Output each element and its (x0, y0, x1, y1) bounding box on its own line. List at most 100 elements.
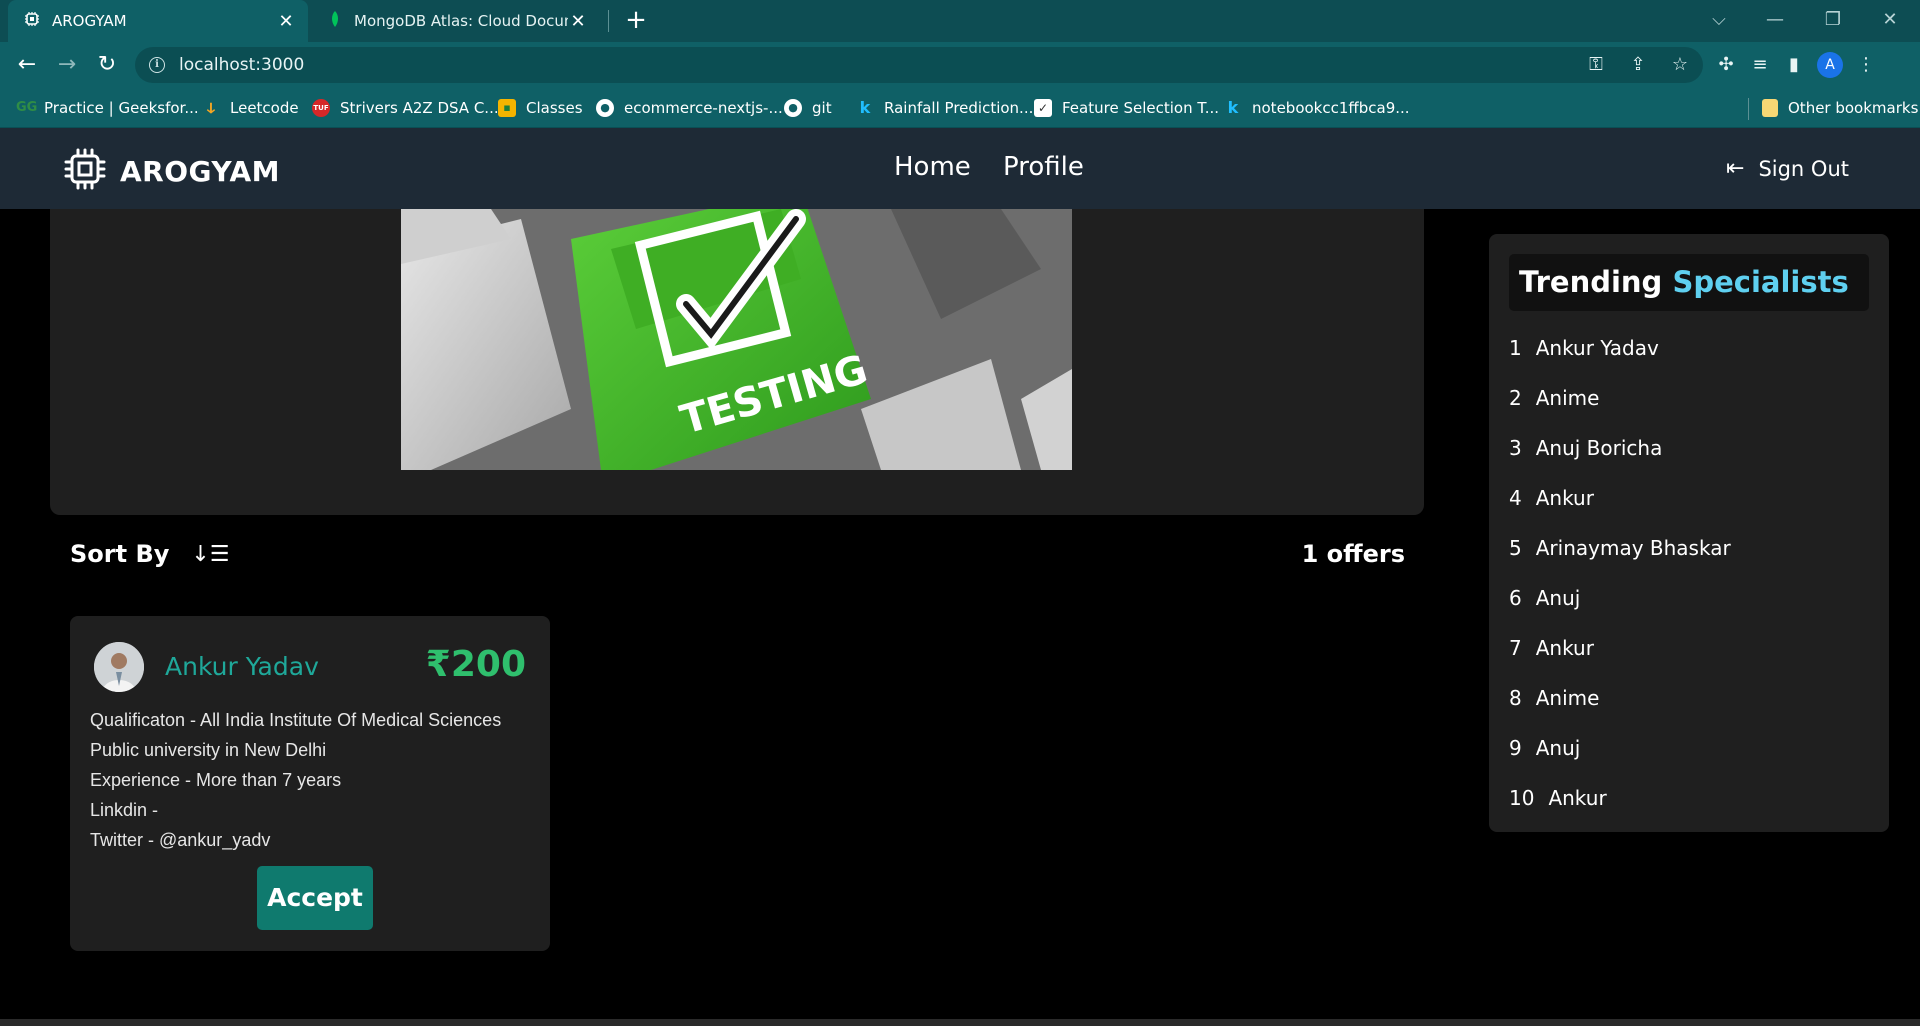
trending-name: Anuj (1535, 586, 1581, 610)
trending-item[interactable]: 3 Anuj Boricha (1509, 436, 1662, 460)
trending-name: Anuj Boricha (1535, 436, 1663, 460)
nav-profile-link[interactable]: Profile (1003, 152, 1084, 182)
trending-rank: 7 (1509, 636, 1522, 660)
qualification-text: Qualificaton - All India Institute Of Me… (90, 710, 502, 730)
trending-name: Ankur (1548, 786, 1607, 810)
trending-rank: 1 (1509, 336, 1522, 360)
sort-descending-icon[interactable]: ↓☰ (191, 542, 229, 567)
linkedin-text: Linkdin - (90, 800, 159, 820)
restore-icon[interactable]: ❐ (1813, 6, 1853, 34)
accept-button[interactable]: Accept (257, 866, 373, 930)
github-icon: ● (784, 99, 802, 117)
bookmark-label: Feature Selection T... (1062, 99, 1220, 117)
classroom-icon: ▪ (498, 99, 516, 117)
trending-name: Anime (1535, 686, 1600, 710)
back-arrow-icon[interactable]: ← (12, 50, 42, 80)
browser-tab-strip: AROGYAM ✕ MongoDB Atlas: Cloud Documen ✕… (0, 0, 1920, 42)
trending-rank: 5 (1509, 536, 1522, 560)
trending-item[interactable]: 2 Anime (1509, 386, 1599, 410)
reload-icon[interactable]: ↻ (92, 50, 122, 80)
bookmark-item[interactable]: ↆ Leetcode (202, 88, 299, 128)
trending-name: Ankur (1535, 636, 1594, 660)
trending-rank: 2 (1509, 386, 1522, 410)
testing-key-image: TESTING (401, 209, 1072, 470)
trending-specialists-panel: Trending Specialists 1 Ankur Yadav 2 Anime… (1489, 234, 1889, 832)
site-info-icon[interactable]: i (149, 57, 165, 73)
trending-item[interactable]: 5 Arinaymay Bhaskar (1509, 536, 1731, 560)
close-icon[interactable]: ✕ (568, 11, 588, 32)
trending-rank: 9 (1509, 736, 1522, 760)
sign-out-label: Sign Out (1758, 156, 1849, 181)
trending-item[interactable]: 7 Ankur (1509, 636, 1594, 660)
chip-favicon-icon (24, 11, 40, 31)
bookmark-divider (1748, 98, 1749, 120)
trending-item[interactable]: 9 Anuj (1509, 736, 1580, 760)
bookmark-label: Other bookmarks (1788, 99, 1919, 117)
bookmark-label: git (812, 99, 832, 117)
extensions-puzzle-icon[interactable]: ✣ (1715, 52, 1737, 78)
close-icon[interactable]: ✕ (276, 11, 296, 32)
tab-search-chevron-icon[interactable]: ⌵ (1699, 6, 1739, 34)
sign-out-button[interactable]: ⇤ Sign Out (1726, 156, 1849, 181)
sort-by-label: Sort By (70, 540, 170, 568)
bookmark-label: Strivers A2Z DSA C... (340, 99, 499, 117)
minimize-icon[interactable]: — (1755, 6, 1795, 34)
bookmark-item[interactable]: ● ecommerce-nextjs-... (596, 88, 783, 128)
tab-divider (608, 10, 609, 32)
qualification-text-cont: Public university in New Delhi (90, 740, 327, 760)
bookmark-label: Practice | Geeksfor... (44, 99, 199, 117)
trending-item[interactable]: 6 Anuj (1509, 586, 1580, 610)
offers-count: 1 offers (1301, 540, 1405, 568)
twitter-text: Twitter - @ankur_yadv (90, 830, 271, 850)
profile-avatar[interactable]: A (1817, 52, 1843, 78)
browser-toolbar: ← → ↻ i localhost:3000 ⚿ ⇪ ☆ ✣ ≡ ▮ A ⋮ (0, 42, 1920, 88)
leaf-favicon-icon (328, 11, 342, 31)
star-icon[interactable]: ☆ (1669, 52, 1691, 78)
media-queue-icon[interactable]: ≡ (1749, 52, 1771, 78)
trending-rank: 10 (1509, 786, 1535, 810)
share-icon[interactable]: ⇪ (1627, 52, 1649, 78)
bookmark-item[interactable]: TUF Strivers A2Z DSA C... (312, 88, 499, 128)
bookmarks-bar: GG Practice | Geeksfor... ↆ Leetcode TUF… (0, 88, 1920, 128)
github-icon: ● (596, 99, 614, 117)
folder-icon (1762, 99, 1778, 117)
tab-mongodb[interactable]: MongoDB Atlas: Cloud Documen ✕ (314, 0, 600, 42)
kaggle-icon: k (859, 98, 871, 117)
bookmark-label: Leetcode (230, 99, 299, 117)
bookmark-item[interactable]: ✓ Feature Selection T... (1034, 88, 1219, 128)
trending-title: Trending Specialists (1509, 254, 1869, 311)
trending-item[interactable]: 4 Ankur (1509, 486, 1594, 510)
side-panel-icon[interactable]: ▮ (1783, 52, 1805, 78)
brand-logo[interactable]: AROGYAM (64, 148, 280, 194)
doctor-name[interactable]: Ankur Yadav (165, 652, 319, 681)
url-text: localhost:3000 (179, 55, 305, 75)
window-close-icon[interactable]: ✕ (1870, 6, 1910, 34)
bookmark-item[interactable]: k Rainfall Prediction... (856, 88, 1034, 128)
tab-arogyam[interactable]: AROGYAM ✕ (8, 0, 308, 42)
trending-item[interactable]: 8 Anime (1509, 686, 1599, 710)
bookmark-item[interactable]: GG Practice | Geeksfor... (16, 88, 199, 128)
sort-by-control[interactable]: Sort By ↓☰ (70, 540, 230, 568)
bottom-edge (0, 1019, 1920, 1026)
trending-rank: 3 (1509, 436, 1522, 460)
bookmark-item[interactable]: k notebookcc1ffbca9... (1224, 88, 1410, 128)
chip-logo-icon (64, 148, 106, 194)
bookmark-item[interactable]: ● git (784, 88, 832, 128)
tab-title: AROGYAM (52, 12, 127, 30)
trending-item[interactable]: 10 Ankur (1509, 786, 1607, 810)
trending-rank: 4 (1509, 486, 1522, 510)
tab-title: MongoDB Atlas: Cloud Documen (354, 12, 568, 30)
bookmark-item[interactable]: ▪ Classes (498, 88, 583, 128)
nav-home-link[interactable]: Home (894, 152, 971, 182)
forward-arrow-icon[interactable]: → (52, 50, 82, 80)
trending-title-main: Trending (1519, 265, 1663, 299)
leetcode-icon: ↆ (207, 99, 215, 117)
other-bookmarks[interactable]: Other bookmarks (1762, 88, 1918, 128)
offer-card: Ankur Yadav ₹200 Qualificaton - All Indi… (70, 616, 550, 951)
kebab-menu-icon[interactable]: ⋮ (1855, 52, 1877, 78)
address-bar[interactable]: i localhost:3000 ⚿ ⇪ ☆ (135, 47, 1703, 83)
key-icon[interactable]: ⚿ (1585, 52, 1607, 78)
bookmark-label: notebookcc1ffbca9... (1252, 99, 1410, 117)
trending-item[interactable]: 1 Ankur Yadav (1509, 336, 1659, 360)
new-tab-plus-icon[interactable]: + (622, 6, 650, 34)
